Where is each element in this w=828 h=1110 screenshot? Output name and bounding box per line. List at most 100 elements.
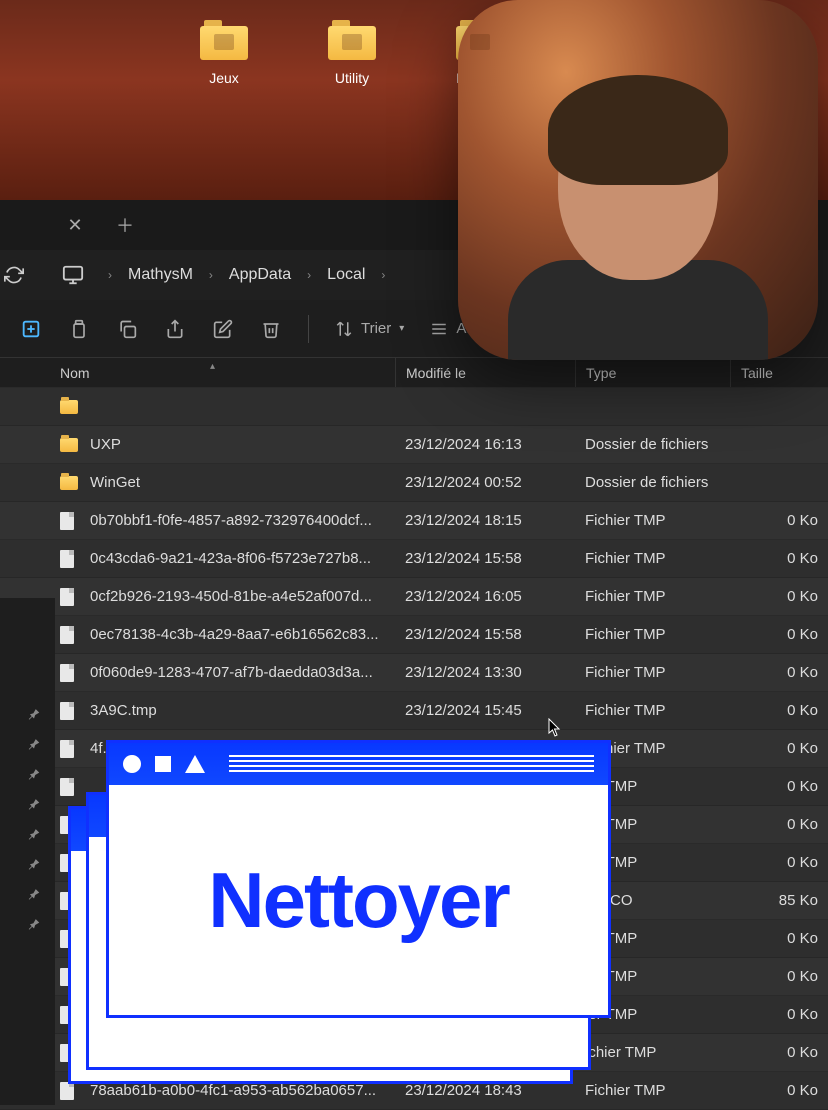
file-icon — [60, 702, 82, 720]
breadcrumb-item[interactable]: AppData — [229, 266, 291, 284]
file-size: 0 Ko — [730, 1044, 828, 1061]
file-size: 0 Ko — [730, 512, 828, 529]
file-name: 78aab61b-a0b0-4fc1-a953-ab562ba0657... — [90, 1082, 395, 1099]
pin-icon[interactable] — [27, 708, 41, 722]
folder-icon — [200, 20, 248, 60]
file-type: Dossier de fichiers — [575, 474, 730, 491]
breadcrumb-item[interactable]: MathysM — [128, 266, 193, 284]
file-size: 0 Ko — [730, 740, 828, 757]
file-modified: 23/12/2024 15:45 — [395, 702, 575, 719]
paste-icon[interactable] — [164, 318, 186, 340]
mouse-cursor-icon — [548, 718, 562, 738]
file-type: Fichier TMP — [575, 702, 730, 719]
file-row[interactable]: 0ec78138-4c3b-4a29-8aa7-e6b16562c83...23… — [0, 616, 828, 654]
new-folder-icon[interactable] — [20, 318, 42, 340]
close-tab-icon[interactable]: ✕ — [60, 215, 90, 236]
separator — [308, 315, 309, 343]
pin-icon[interactable] — [27, 738, 41, 752]
new-tab-icon[interactable]: ＋ — [110, 212, 140, 238]
file-row[interactable]: 0f060de9-1283-4707-af7b-daedda03d3a...23… — [0, 654, 828, 692]
pin-icon[interactable] — [27, 828, 41, 842]
file-modified: 23/12/2024 18:15 — [395, 512, 575, 529]
file-row[interactable]: UXP23/12/2024 16:13Dossier de fichiers — [0, 426, 828, 464]
file-size: 85 Ko — [730, 892, 828, 909]
sidebar-quick-access — [0, 598, 55, 1105]
file-size: 0 Ko — [730, 664, 828, 681]
sort-indicator-icon: ▴ — [210, 361, 215, 372]
file-type: Fichier TMP — [575, 550, 730, 567]
pin-icon[interactable] — [27, 918, 41, 932]
this-pc-icon[interactable] — [62, 264, 84, 286]
file-size: 0 Ko — [730, 778, 828, 795]
window-circle-icon — [123, 755, 141, 773]
breadcrumb-item[interactable]: Local — [327, 266, 365, 284]
delete-icon[interactable] — [260, 318, 282, 340]
column-header-type[interactable]: Type — [575, 358, 730, 387]
file-row[interactable]: WinGet23/12/2024 00:52Dossier de fichier… — [0, 464, 828, 502]
pin-icon[interactable] — [27, 768, 41, 782]
file-type: Fichier TMP — [575, 626, 730, 643]
file-row[interactable] — [0, 388, 828, 426]
chevron-down-icon: ▾ — [399, 323, 404, 334]
cut-icon[interactable] — [68, 318, 90, 340]
file-modified: 23/12/2024 15:58 — [395, 550, 575, 567]
file-row[interactable]: 0b70bbf1-f0fe-4857-a892-732976400dcf...2… — [0, 502, 828, 540]
file-name: 0f060de9-1283-4707-af7b-daedda03d3a... — [90, 664, 395, 681]
file-modified: 23/12/2024 13:30 — [395, 664, 575, 681]
file-modified: 23/12/2024 16:13 — [395, 436, 575, 453]
column-headers: Nom ▴ Modifié le Type Taille — [0, 358, 828, 388]
file-icon — [60, 512, 82, 530]
pin-icon[interactable] — [27, 888, 41, 902]
desktop-folder-utility[interactable]: Utility — [328, 20, 376, 200]
file-row[interactable]: 0cf2b926-2193-450d-81be-a4e52af007d...23… — [0, 578, 828, 616]
folder-icon — [60, 438, 82, 452]
file-modified: 23/12/2024 00:52 — [395, 474, 575, 491]
file-row[interactable]: 3A9C.tmp23/12/2024 15:45Fichier TMP0 Ko — [0, 692, 828, 730]
file-row[interactable]: 0c43cda6-9a21-423a-8f06-f5723e727b8...23… — [0, 540, 828, 578]
file-icon — [60, 664, 82, 682]
file-icon — [60, 626, 82, 644]
file-size: 0 Ko — [730, 968, 828, 985]
folder-label: Utility — [335, 70, 369, 86]
pin-icon[interactable] — [27, 858, 41, 872]
window-square-icon — [155, 756, 171, 772]
copy-icon[interactable] — [116, 318, 138, 340]
sort-label: Trier — [361, 320, 391, 337]
column-header-size[interactable]: Taille — [730, 358, 828, 387]
file-size: 0 Ko — [730, 816, 828, 833]
file-type: Fichier TMP — [575, 664, 730, 681]
file-modified: 23/12/2024 16:05 — [395, 588, 575, 605]
file-size: 0 Ko — [730, 702, 828, 719]
webcam-overlay — [458, 0, 818, 360]
file-name: 3A9C.tmp — [90, 702, 395, 719]
file-name: 0ec78138-4c3b-4a29-8aa7-e6b16562c83... — [90, 626, 395, 643]
rename-icon[interactable] — [212, 318, 234, 340]
file-type: Fichier TMP — [575, 1082, 730, 1099]
chevron-right-icon: › — [100, 268, 120, 282]
file-name: 0c43cda6-9a21-423a-8f06-f5723e727b8... — [90, 550, 395, 567]
file-type: Fichier TMP — [575, 588, 730, 605]
folder-icon — [60, 476, 82, 490]
file-name: 0b70bbf1-f0fe-4857-a892-732976400dcf... — [90, 512, 395, 529]
column-header-modified[interactable]: Modifié le — [395, 358, 575, 387]
refresh-icon[interactable] — [4, 265, 24, 285]
overlay-titlebar — [109, 743, 608, 785]
column-header-name[interactable]: Nom ▴ — [60, 365, 395, 381]
overlay-card-stack: Nettoyer — [68, 778, 613, 1058]
chevron-right-icon: › — [201, 268, 221, 282]
desktop-folder-jeux[interactable]: Jeux — [200, 20, 248, 200]
chevron-right-icon: › — [373, 268, 393, 282]
window-triangle-icon — [185, 755, 205, 773]
file-size: 0 Ko — [730, 626, 828, 643]
folder-icon — [60, 400, 82, 414]
sort-button[interactable]: Trier ▾ — [335, 320, 404, 338]
pin-icon[interactable] — [27, 798, 41, 812]
file-icon — [60, 1082, 82, 1100]
file-size: 0 Ko — [730, 1082, 828, 1099]
file-icon — [60, 550, 82, 568]
overlay-card-front: Nettoyer — [106, 740, 611, 1018]
file-name: UXP — [90, 436, 395, 453]
window-lines-icon — [229, 755, 594, 773]
file-size: 0 Ko — [730, 588, 828, 605]
file-type: Fichier TMP — [575, 512, 730, 529]
